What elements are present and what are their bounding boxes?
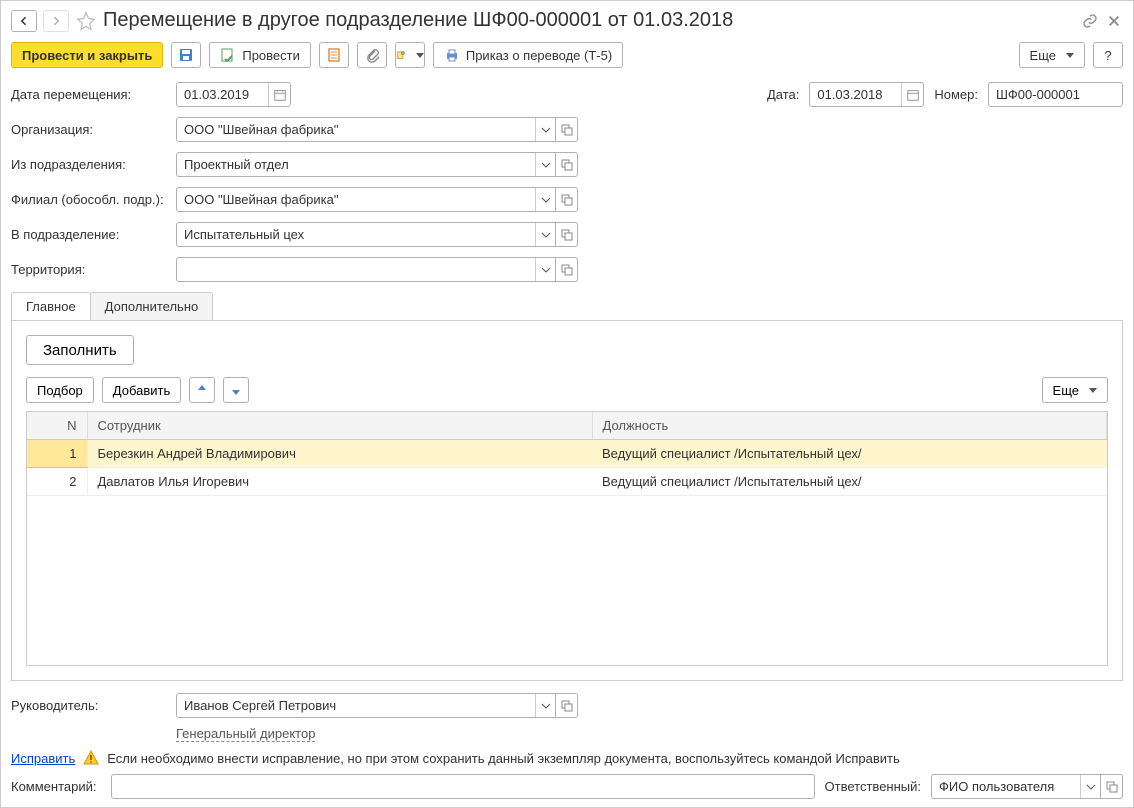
- manager-position-link[interactable]: Генеральный директор: [176, 726, 315, 742]
- date-input[interactable]: 01.03.2018: [809, 82, 924, 107]
- row-n: 2: [27, 468, 87, 496]
- move-date-input[interactable]: 01.03.2019: [176, 82, 291, 107]
- add-button[interactable]: Добавить: [102, 377, 181, 403]
- from-dept-select[interactable]: Проектный отдел: [176, 152, 556, 177]
- table-empty-area[interactable]: [27, 496, 1107, 665]
- create-based-button[interactable]: [395, 42, 425, 68]
- calendar-icon[interactable]: [901, 83, 923, 106]
- open-icon[interactable]: [1101, 774, 1123, 799]
- chevron-down-icon[interactable]: [535, 153, 555, 176]
- page-title: Перемещение в другое подразделение ШФ00-…: [103, 9, 1075, 32]
- manager-label: Руководитель:: [11, 698, 166, 713]
- warning-icon: [83, 750, 99, 766]
- print-order-button[interactable]: Приказ о переводе (Т-5): [433, 42, 623, 68]
- post-button[interactable]: Провести: [209, 42, 311, 68]
- move-date-label: Дата перемещения:: [11, 87, 166, 102]
- help-button[interactable]: ?: [1093, 42, 1123, 68]
- tab-main[interactable]: Главное: [11, 292, 91, 320]
- responsible-label: Ответственный:: [825, 779, 921, 794]
- favorite-icon[interactable]: [75, 10, 97, 32]
- col-pos[interactable]: Должность: [592, 412, 1107, 440]
- comment-label: Комментарий:: [11, 779, 101, 794]
- link-icon[interactable]: [1081, 12, 1099, 30]
- chevron-down-icon[interactable]: [1080, 775, 1100, 798]
- move-down-button[interactable]: [223, 377, 249, 403]
- nav-back-button[interactable]: [11, 10, 37, 32]
- open-icon[interactable]: [556, 117, 578, 142]
- manager-select[interactable]: Иванов Сергей Петрович: [176, 693, 556, 718]
- table-row[interactable]: 1 Березкин Андрей Владимирович Ведущий с…: [27, 440, 1107, 468]
- tab-extra[interactable]: Дополнительно: [90, 292, 214, 320]
- calendar-icon[interactable]: [268, 83, 290, 106]
- open-icon[interactable]: [556, 693, 578, 718]
- row-emp: Березкин Андрей Владимирович: [87, 440, 592, 468]
- to-dept-label: В подразделение:: [11, 227, 166, 242]
- fill-button[interactable]: Заполнить: [26, 335, 134, 365]
- more-button[interactable]: Еще: [1019, 42, 1085, 68]
- table-more-button[interactable]: Еще: [1042, 377, 1108, 403]
- org-select[interactable]: ООО "Швейная фабрика": [176, 117, 556, 142]
- number-label: Номер:: [934, 87, 978, 102]
- save-button[interactable]: [171, 42, 201, 68]
- open-icon[interactable]: [556, 187, 578, 212]
- branch-select[interactable]: ООО "Швейная фабрика": [176, 187, 556, 212]
- move-up-button[interactable]: [189, 377, 215, 403]
- row-emp: Давлатов Илья Игоревич: [87, 468, 592, 496]
- close-icon[interactable]: [1105, 12, 1123, 30]
- nav-forward-button[interactable]: [43, 10, 69, 32]
- row-pos: Ведущий специалист /Испытательный цех/: [592, 440, 1107, 468]
- chevron-down-icon[interactable]: [535, 188, 555, 211]
- org-label: Организация:: [11, 122, 166, 137]
- pick-button[interactable]: Подбор: [26, 377, 94, 403]
- open-icon[interactable]: [556, 222, 578, 247]
- attach-button[interactable]: [357, 42, 387, 68]
- responsible-select[interactable]: ФИО пользователя: [931, 774, 1101, 799]
- number-input[interactable]: ШФ00-000001: [988, 82, 1123, 107]
- col-emp[interactable]: Сотрудник: [87, 412, 592, 440]
- fix-link[interactable]: Исправить: [11, 751, 75, 766]
- open-icon[interactable]: [556, 257, 578, 282]
- branch-label: Филиал (обособл. подр.):: [11, 192, 166, 207]
- table-row[interactable]: 2 Давлатов Илья Игоревич Ведущий специал…: [27, 468, 1107, 496]
- comment-input[interactable]: [111, 774, 815, 799]
- to-dept-select[interactable]: Испытательный цех: [176, 222, 556, 247]
- structure-button[interactable]: [319, 42, 349, 68]
- chevron-down-icon[interactable]: [535, 118, 555, 141]
- col-n[interactable]: N: [27, 412, 87, 440]
- row-n: 1: [27, 440, 87, 468]
- chevron-down-icon[interactable]: [535, 223, 555, 246]
- territory-label: Территория:: [11, 262, 166, 277]
- open-icon[interactable]: [556, 152, 578, 177]
- hint-text: Если необходимо внести исправление, но п…: [107, 751, 899, 766]
- territory-select[interactable]: [176, 257, 556, 282]
- post-and-close-button[interactable]: Провести и закрыть: [11, 42, 163, 68]
- chevron-down-icon[interactable]: [535, 258, 555, 281]
- chevron-down-icon[interactable]: [535, 694, 555, 717]
- row-pos: Ведущий специалист /Испытательный цех/: [592, 468, 1107, 496]
- date-label: Дата:: [767, 87, 799, 102]
- from-dept-label: Из подразделения:: [11, 157, 166, 172]
